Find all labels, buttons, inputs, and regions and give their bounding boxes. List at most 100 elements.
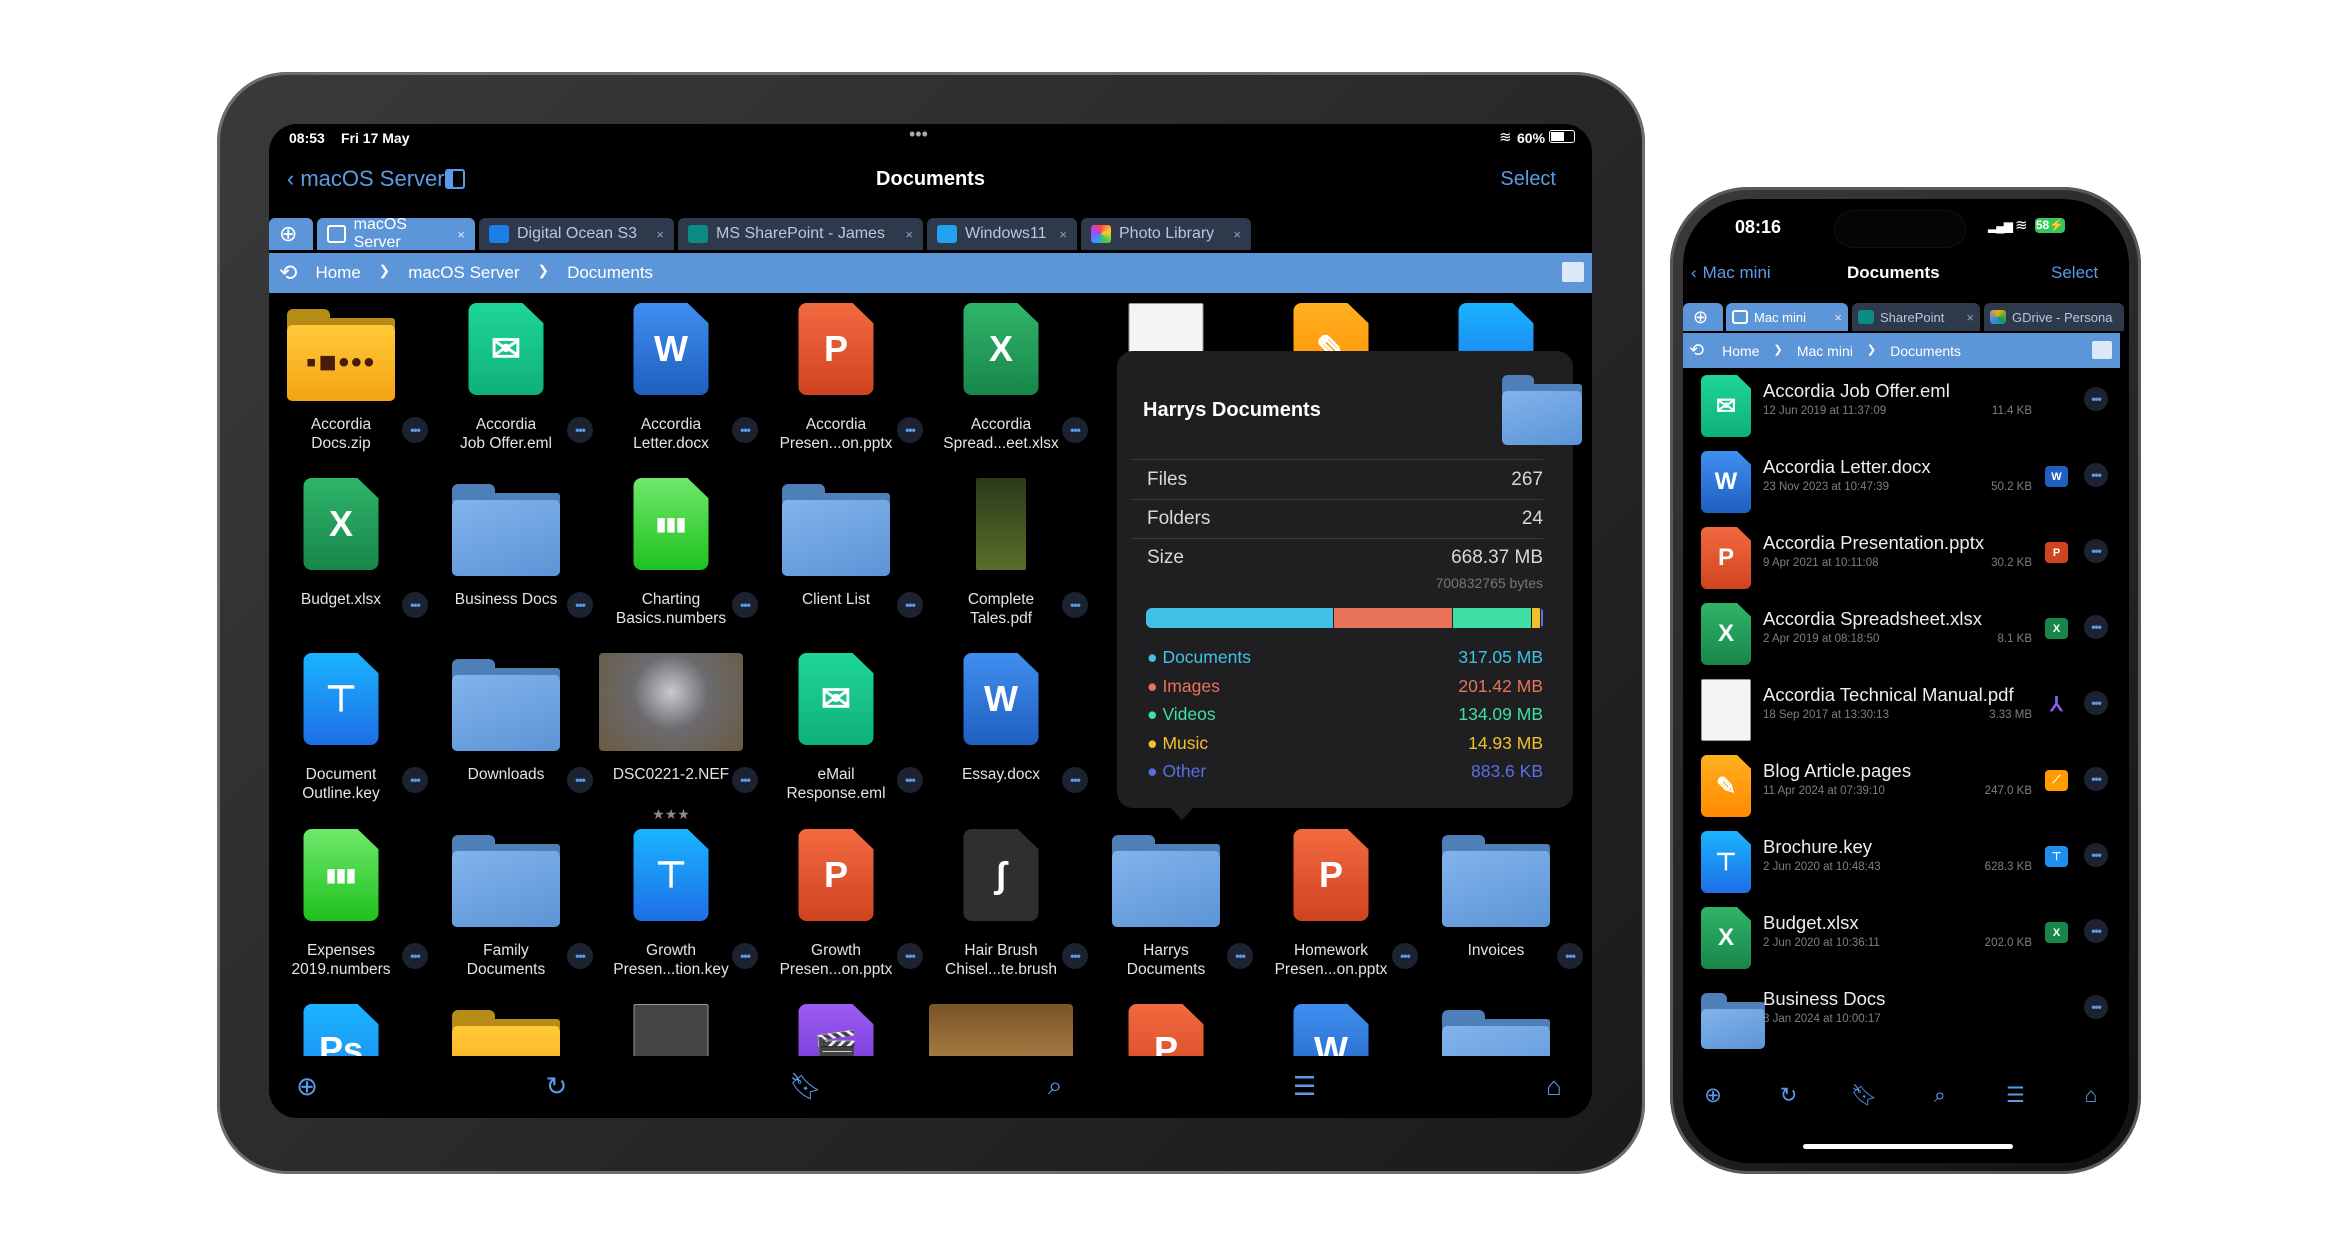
- grid-item[interactable]: ▮▮▮ Charting Basics.numbers •••: [601, 478, 758, 653]
- list-item[interactable]: ✉ Accordia Job Offer.eml 12 Jun 2019 at 11…: [1683, 371, 2129, 447]
- keynote-app-icon[interactable]: ⊤: [2045, 846, 2068, 867]
- grid-item[interactable]: P Growth Presen...on.pptx •••: [766, 829, 923, 1004]
- list-item[interactable]: Accordia Technical Manual.pdf 18 Sep 2017…: [1683, 675, 2129, 751]
- grid-item[interactable]: ✉ Accordia Job Offer.eml •••: [436, 303, 593, 478]
- grid-item[interactable]: [1426, 1004, 1566, 1056]
- home-icon[interactable]: ⌂: [1534, 1071, 1574, 1102]
- more-options-button[interactable]: •••: [1227, 943, 1253, 969]
- more-options-button[interactable]: •••: [2084, 615, 2108, 639]
- more-options-button[interactable]: •••: [2084, 539, 2108, 563]
- more-options-button[interactable]: •••: [732, 943, 758, 969]
- grid-item[interactable]: ∫ Hair Brush Chisel...te.brush •••: [931, 829, 1088, 1004]
- more-options-button[interactable]: •••: [1062, 767, 1088, 793]
- more-options-button[interactable]: •••: [1392, 943, 1418, 969]
- excel-app-icon[interactable]: X: [2045, 922, 2068, 943]
- refresh-icon[interactable]: ↻: [536, 1071, 576, 1102]
- more-options-button[interactable]: •••: [402, 592, 428, 618]
- grid-item[interactable]: 🎬: [766, 1004, 906, 1056]
- breadcrumb-item[interactable]: Mac mini: [1797, 343, 1853, 359]
- grid-item[interactable]: Ps: [271, 1004, 411, 1056]
- grid-item[interactable]: Harrys Documents •••: [1096, 829, 1253, 1004]
- more-options-button[interactable]: •••: [1062, 943, 1088, 969]
- more-options-button[interactable]: •••: [897, 943, 923, 969]
- more-options-button[interactable]: •••: [2084, 919, 2108, 943]
- bookmark-icon[interactable]: 🔖︎: [786, 1071, 826, 1102]
- add-icon[interactable]: ⊕: [287, 1071, 327, 1102]
- breadcrumb-item[interactable]: Documents: [1890, 343, 1961, 359]
- list-item[interactable]: P Accordia Presentation.pptx 9 Apr 2021 at…: [1683, 523, 2129, 599]
- sort-icon[interactable]: ☰: [1995, 1083, 2035, 1108]
- grid-item[interactable]: Invoices •••: [1426, 829, 1583, 1004]
- more-options-button[interactable]: •••: [897, 417, 923, 443]
- add-icon[interactable]: ⊕: [1693, 1083, 1733, 1108]
- grid-item[interactable]: X Accordia Spread...eet.xlsx •••: [931, 303, 1088, 478]
- grid-item[interactable]: W Accordia Letter.docx •••: [601, 303, 758, 478]
- more-options-button[interactable]: •••: [2084, 463, 2108, 487]
- new-tab-button[interactable]: ⊕: [1683, 303, 1723, 331]
- more-options-button[interactable]: •••: [732, 417, 758, 443]
- list-item[interactable]: ⊤ Brochure.key 2 Jun 2020 at 10:48:43 628.3…: [1683, 827, 2129, 903]
- more-options-button[interactable]: •••: [567, 943, 593, 969]
- grid-item[interactable]: Family Documents •••: [436, 829, 593, 1004]
- close-tab-icon[interactable]: ×: [1834, 310, 1842, 325]
- select-button[interactable]: Select: [2051, 263, 2098, 283]
- tab-gdrive-persona[interactable]: GDrive - Persona: [1984, 303, 2124, 331]
- grid-item[interactable]: ⊤ Growth Presen...tion.key •••: [601, 829, 758, 1004]
- more-options-button[interactable]: •••: [2084, 767, 2108, 791]
- search-icon[interactable]: ⌕: [1920, 1084, 1960, 1108]
- history-icon[interactable]: ⟲: [1689, 340, 1704, 361]
- breadcrumb-item[interactable]: Home: [1722, 343, 1759, 359]
- grid-item[interactable]: ⊤ Document Outline.key •••: [271, 653, 428, 828]
- more-options-button[interactable]: •••: [2084, 387, 2108, 411]
- grid-item[interactable]: P Homework Presen...on.pptx •••: [1261, 829, 1418, 1004]
- refresh-icon[interactable]: ↻: [1769, 1083, 1809, 1108]
- grid-item[interactable]: ▪■•••: [436, 1004, 576, 1056]
- tab-mac-mini[interactable]: Mac mini ×: [1726, 303, 1848, 331]
- grid-item[interactable]: X Budget.xlsx •••: [271, 478, 428, 653]
- close-tab-icon[interactable]: ×: [1966, 310, 1974, 325]
- more-options-button[interactable]: •••: [1062, 592, 1088, 618]
- pages-app-icon[interactable]: ⟋: [2045, 770, 2068, 791]
- grid-item[interactable]: W Essay.docx •••: [931, 653, 1088, 828]
- home-indicator[interactable]: [1803, 1144, 2013, 1149]
- search-icon[interactable]: ⌕: [1035, 1070, 1075, 1102]
- grid-item[interactable]: Complete Tales.pdf •••: [931, 478, 1088, 653]
- powerpoint-app-icon[interactable]: P: [2045, 542, 2068, 563]
- grid-item[interactable]: W: [1261, 1004, 1401, 1056]
- acrobat-app-icon[interactable]: ⅄: [2045, 694, 2068, 716]
- more-options-button[interactable]: •••: [897, 767, 923, 793]
- grid-item[interactable]: Business Docs •••: [436, 478, 593, 653]
- more-options-button[interactable]: •••: [732, 592, 758, 618]
- list-item[interactable]: Business Docs 3 Jan 2024 at 10:00:17 •••: [1683, 979, 2129, 1055]
- home-icon[interactable]: ⌂: [2071, 1084, 2111, 1108]
- more-options-button[interactable]: •••: [1557, 943, 1583, 969]
- sort-icon[interactable]: ☰: [1285, 1071, 1325, 1102]
- tab-sharepoint[interactable]: SharePoint ×: [1852, 303, 1980, 331]
- more-options-button[interactable]: •••: [1062, 417, 1088, 443]
- more-options-button[interactable]: •••: [402, 767, 428, 793]
- more-options-button[interactable]: •••: [567, 767, 593, 793]
- list-item[interactable]: W Accordia Letter.docx 23 Nov 2023 at 10:4…: [1683, 447, 2129, 523]
- back-button[interactable]: ‹ Mac mini: [1691, 263, 1771, 283]
- grid-item[interactable]: Client List •••: [766, 478, 923, 653]
- more-options-button[interactable]: •••: [897, 592, 923, 618]
- more-options-button[interactable]: •••: [2084, 691, 2108, 715]
- more-options-button[interactable]: •••: [567, 592, 593, 618]
- excel-app-icon[interactable]: X: [2045, 618, 2068, 639]
- more-options-button[interactable]: •••: [2084, 995, 2108, 1019]
- grid-item[interactable]: ✉ eMail Response.eml •••: [766, 653, 923, 828]
- grid-item[interactable]: ▪■••• Accordia Docs.zip •••: [271, 303, 428, 478]
- bookmark-icon[interactable]: 🔖︎: [1844, 1084, 1884, 1108]
- grid-item[interactable]: P Accordia Presen...on.pptx •••: [766, 303, 923, 478]
- more-options-button[interactable]: •••: [732, 767, 758, 793]
- more-options-button[interactable]: •••: [402, 417, 428, 443]
- grid-item[interactable]: [929, 1004, 1073, 1056]
- grid-item[interactable]: P: [1096, 1004, 1236, 1056]
- list-item[interactable]: X Accordia Spreadsheet.xlsx 2 Apr 2019 at …: [1683, 599, 2129, 675]
- word-app-icon[interactable]: W: [2045, 466, 2068, 487]
- grid-item[interactable]: ▮▮▮ Expenses 2019.numbers •••: [271, 829, 428, 1004]
- list-item[interactable]: ✎ Blog Article.pages 11 Apr 2024 at 07:39:…: [1683, 751, 2129, 827]
- grid-item[interactable]: [601, 1004, 741, 1056]
- list-item[interactable]: X Budget.xlsx 2 Jun 2020 at 10:36:11 202.0 …: [1683, 903, 2129, 979]
- more-options-button[interactable]: •••: [567, 417, 593, 443]
